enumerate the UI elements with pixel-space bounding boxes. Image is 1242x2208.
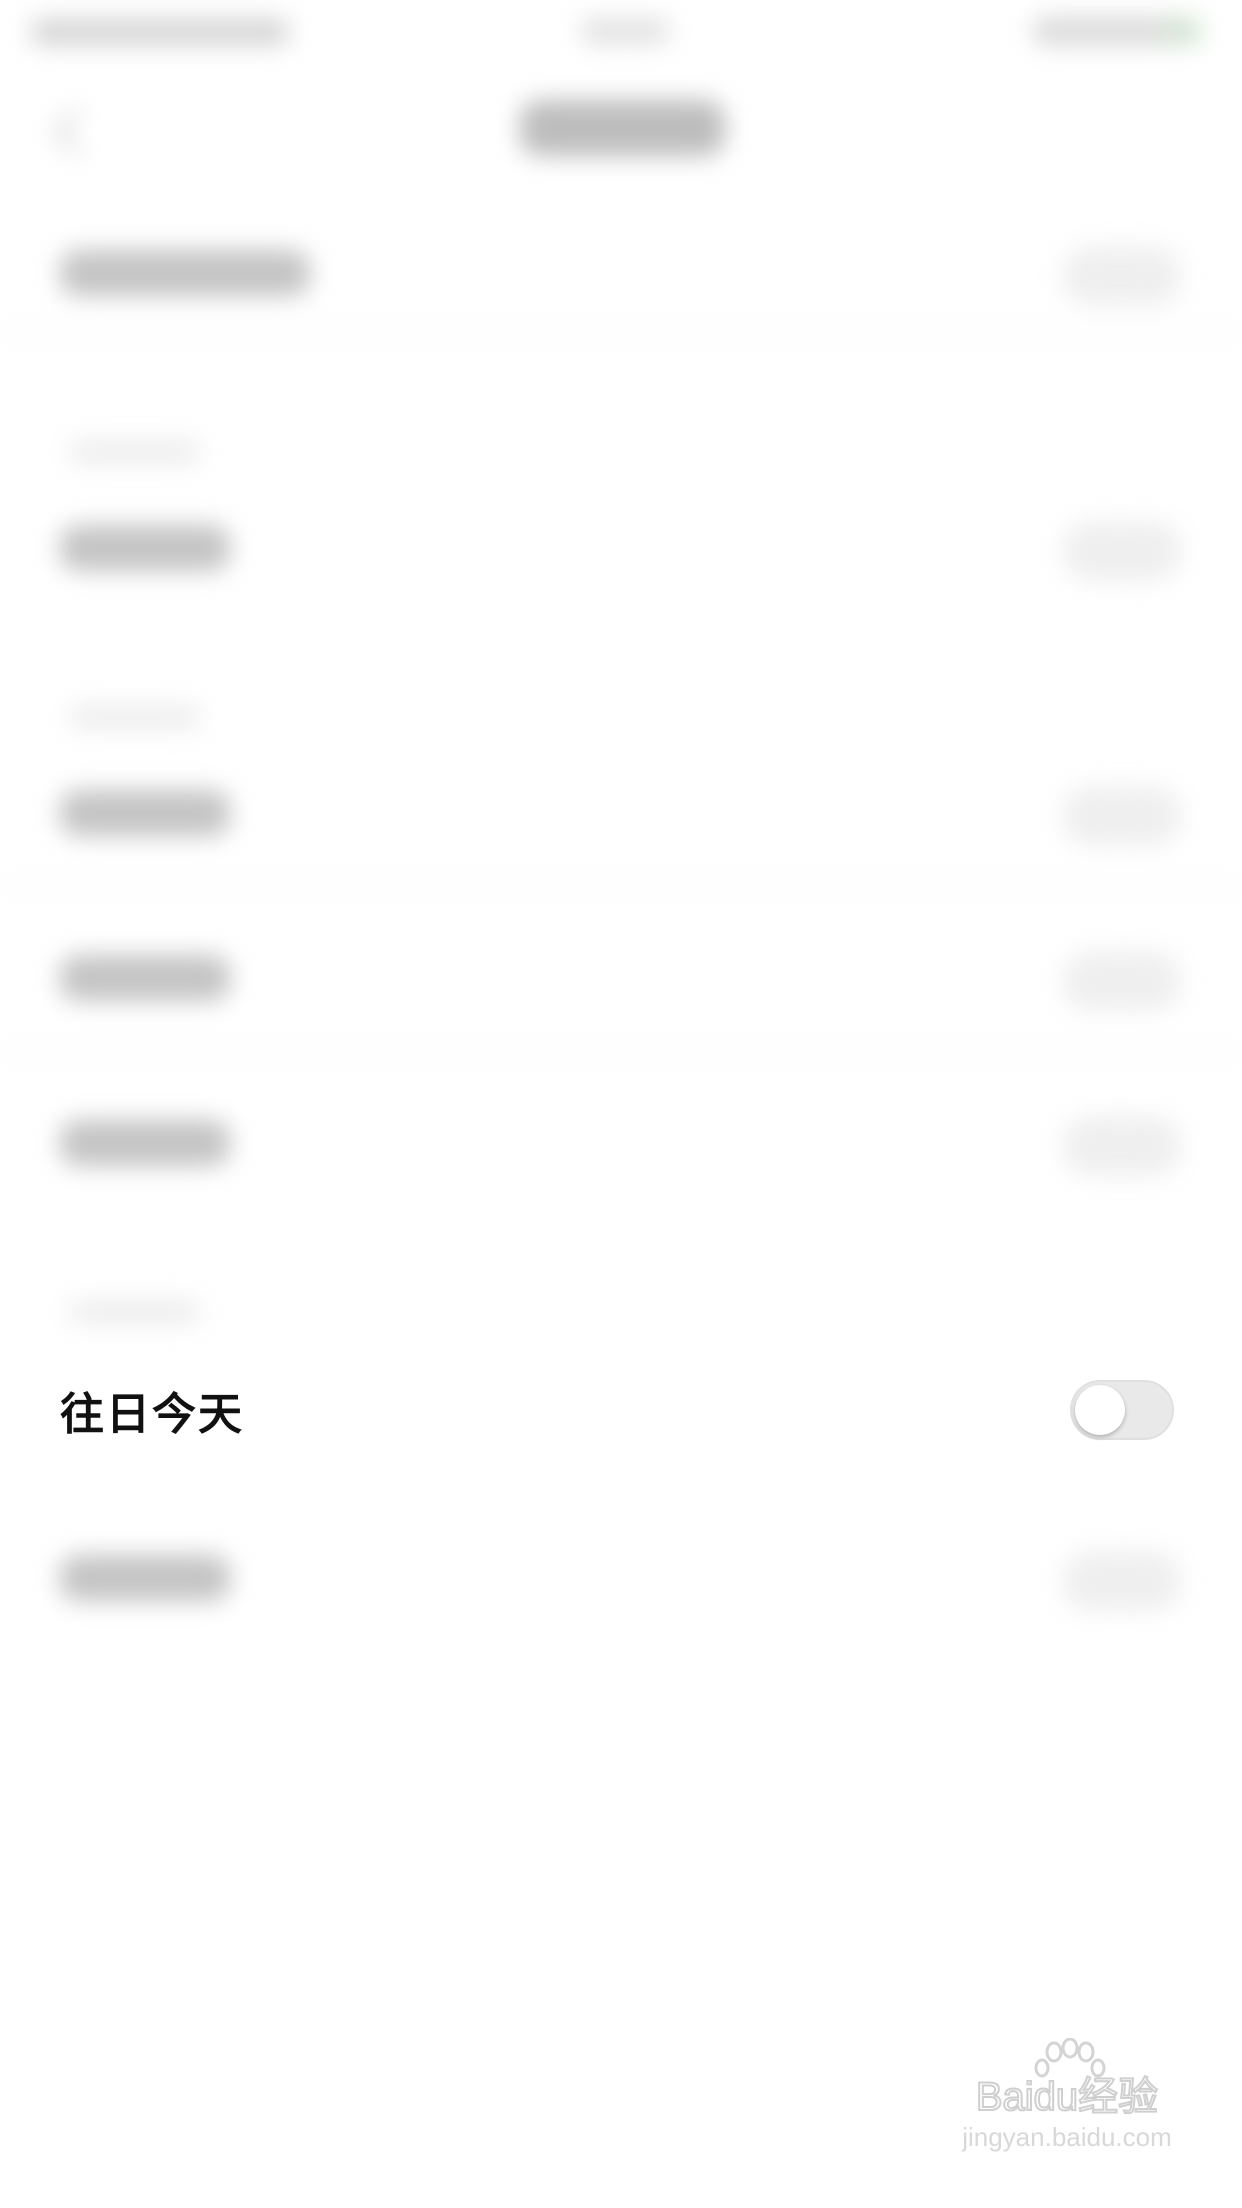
section-caption <box>70 1300 200 1324</box>
setting-row-focused: 往日今天 <box>0 1345 1242 1475</box>
status-bar <box>0 0 1242 60</box>
setting-label <box>60 790 230 836</box>
setting-label <box>60 250 310 296</box>
toggle-switch[interactable] <box>1070 1380 1174 1440</box>
nav-bar <box>0 60 1242 190</box>
blurred-background <box>0 0 1242 2208</box>
setting-label <box>60 955 230 1001</box>
toggle-switch <box>1062 246 1182 306</box>
toggle-switch <box>1062 951 1182 1011</box>
toggle-knob <box>1075 1385 1125 1435</box>
setting-label <box>60 525 230 571</box>
setting-row <box>0 750 1242 880</box>
setting-row <box>0 210 1242 340</box>
watermark-brand: Baidu经验 <box>976 2075 1158 2118</box>
toggle-switch <box>1062 521 1182 581</box>
back-icon <box>52 107 102 157</box>
divider <box>0 885 1242 887</box>
status-bar-battery <box>1032 16 1202 46</box>
baidu-paw-icon: Baidu经验 <box>975 2038 1159 2118</box>
setting-label <box>60 1120 230 1166</box>
nav-title <box>520 100 725 156</box>
setting-label: 往日今天 <box>60 1389 244 1440</box>
status-bar-left <box>30 18 290 46</box>
divider <box>0 330 1242 332</box>
setting-row <box>0 1515 1242 1645</box>
watermark-url: jingyan.baidu.com <box>962 2122 1172 2152</box>
setting-label <box>60 1555 230 1601</box>
toggle-switch <box>1062 786 1182 846</box>
toggle-switch <box>1062 1116 1182 1176</box>
section-caption <box>70 440 200 464</box>
setting-row <box>0 485 1242 615</box>
toggle-switch <box>1062 1551 1182 1611</box>
setting-row <box>0 915 1242 1045</box>
section-caption <box>70 705 200 729</box>
divider <box>0 1050 1242 1052</box>
status-bar-time <box>580 18 670 44</box>
watermark: Baidu经验 jingyan.baidu.com <box>952 2038 1182 2158</box>
setting-row <box>0 1080 1242 1210</box>
